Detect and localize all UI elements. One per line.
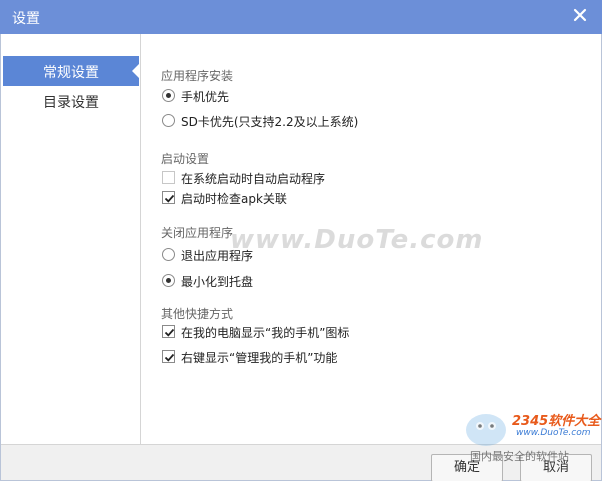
close-icon[interactable] [570, 5, 590, 25]
window-title: 设置 [12, 11, 40, 27]
settings-content: 应用程序安装 手机优先 SD卡优先(只支持2.2及以上系统) 启动设置 在系统启… [142, 34, 601, 444]
section-title-startup: 启动设置 [161, 152, 210, 166]
option-label: 在我的电脑显示“我的手机”图标 [181, 326, 350, 340]
check-icon [164, 353, 175, 362]
sidebar: 常规设置 目录设置 [1, 34, 141, 444]
radio-button[interactable] [162, 114, 175, 127]
option-label: 最小化到托盘 [181, 275, 254, 289]
sidebar-item-directory[interactable]: 目录设置 [3, 86, 139, 116]
checkbox[interactable] [162, 325, 175, 338]
sidebar-item-general[interactable]: 常规设置 [3, 56, 139, 86]
active-arrow-icon [132, 64, 139, 78]
checkbox[interactable] [162, 191, 175, 204]
option-label: 启动时检查apk关联 [181, 192, 287, 206]
option-label: 退出应用程序 [181, 249, 254, 263]
title-bar: 设置 [0, 0, 602, 34]
sidebar-item-label: 常规设置 [43, 65, 99, 81]
option-label: 右键显示“管理我的手机”功能 [181, 351, 338, 365]
option-label: 在系统启动时自动启动程序 [181, 172, 326, 186]
dialog-footer: 确定 取消 [1, 444, 601, 481]
radio-button[interactable] [162, 274, 175, 287]
settings-window: 常规设置 目录设置 应用程序安装 手机优先 SD卡优先(只支持2.2及以上系统)… [0, 34, 602, 481]
cancel-button[interactable]: 取消 [520, 454, 592, 481]
checkbox[interactable] [162, 350, 175, 363]
option-label: SD卡优先(只支持2.2及以上系统) [181, 115, 359, 129]
section-title-install: 应用程序安装 [161, 69, 234, 83]
sidebar-item-label: 目录设置 [43, 95, 99, 111]
radio-button[interactable] [162, 89, 175, 102]
section-title-close: 关闭应用程序 [161, 226, 234, 240]
check-icon [164, 194, 175, 203]
section-title-shortcuts: 其他快捷方式 [161, 307, 234, 321]
radio-button[interactable] [162, 248, 175, 261]
ok-button[interactable]: 确定 [431, 454, 503, 481]
option-label: 手机优先 [181, 90, 230, 104]
checkbox[interactable] [162, 171, 175, 184]
check-icon [164, 328, 175, 337]
